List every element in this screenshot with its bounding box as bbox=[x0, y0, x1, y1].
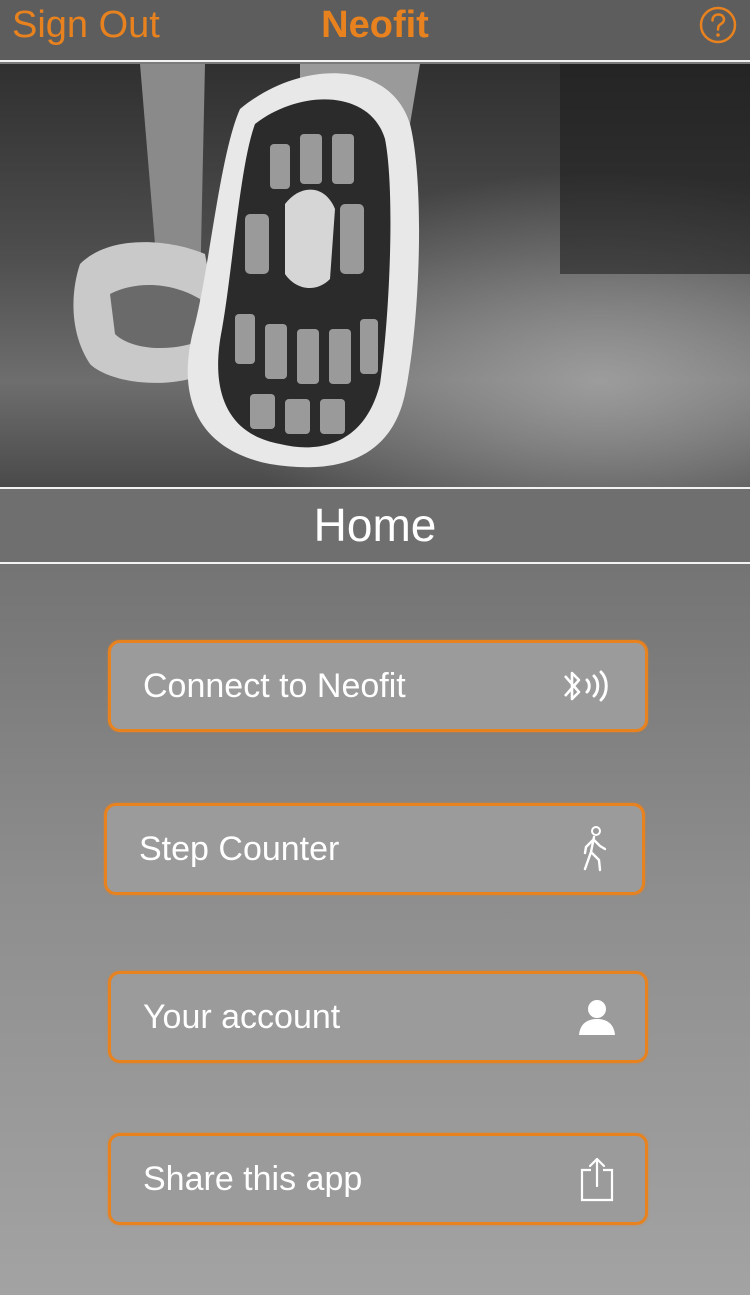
share-this-app-button[interactable]: Share this app bbox=[108, 1133, 648, 1225]
share-icon bbox=[580, 1157, 614, 1202]
question-circle-icon[interactable] bbox=[698, 5, 738, 45]
step-counter-button[interactable]: Step Counter bbox=[104, 803, 645, 895]
page-title: Home bbox=[313, 499, 437, 551]
connect-label: Connect to Neofit bbox=[143, 667, 406, 705]
section-header: Home bbox=[0, 487, 750, 564]
bluetooth-signal-icon bbox=[564, 670, 608, 702]
your-account-label: Your account bbox=[143, 998, 341, 1036]
connect-to-neofit-button[interactable]: Connect to Neofit bbox=[108, 640, 648, 732]
step-counter-label: Step Counter bbox=[139, 830, 340, 868]
share-label: Share this app bbox=[143, 1160, 363, 1198]
your-account-button[interactable]: Your account bbox=[108, 971, 648, 1063]
walking-person-icon bbox=[583, 826, 607, 872]
app-title: Neofit bbox=[321, 4, 429, 46]
running-shoe-photo bbox=[0, 64, 750, 487]
user-icon bbox=[579, 1000, 615, 1035]
hero-image bbox=[0, 64, 750, 487]
menu-area: Connect to Neofit Step Counter Your acco… bbox=[0, 564, 750, 1295]
navigation-bar: Sign Out Neofit bbox=[0, 0, 750, 62]
